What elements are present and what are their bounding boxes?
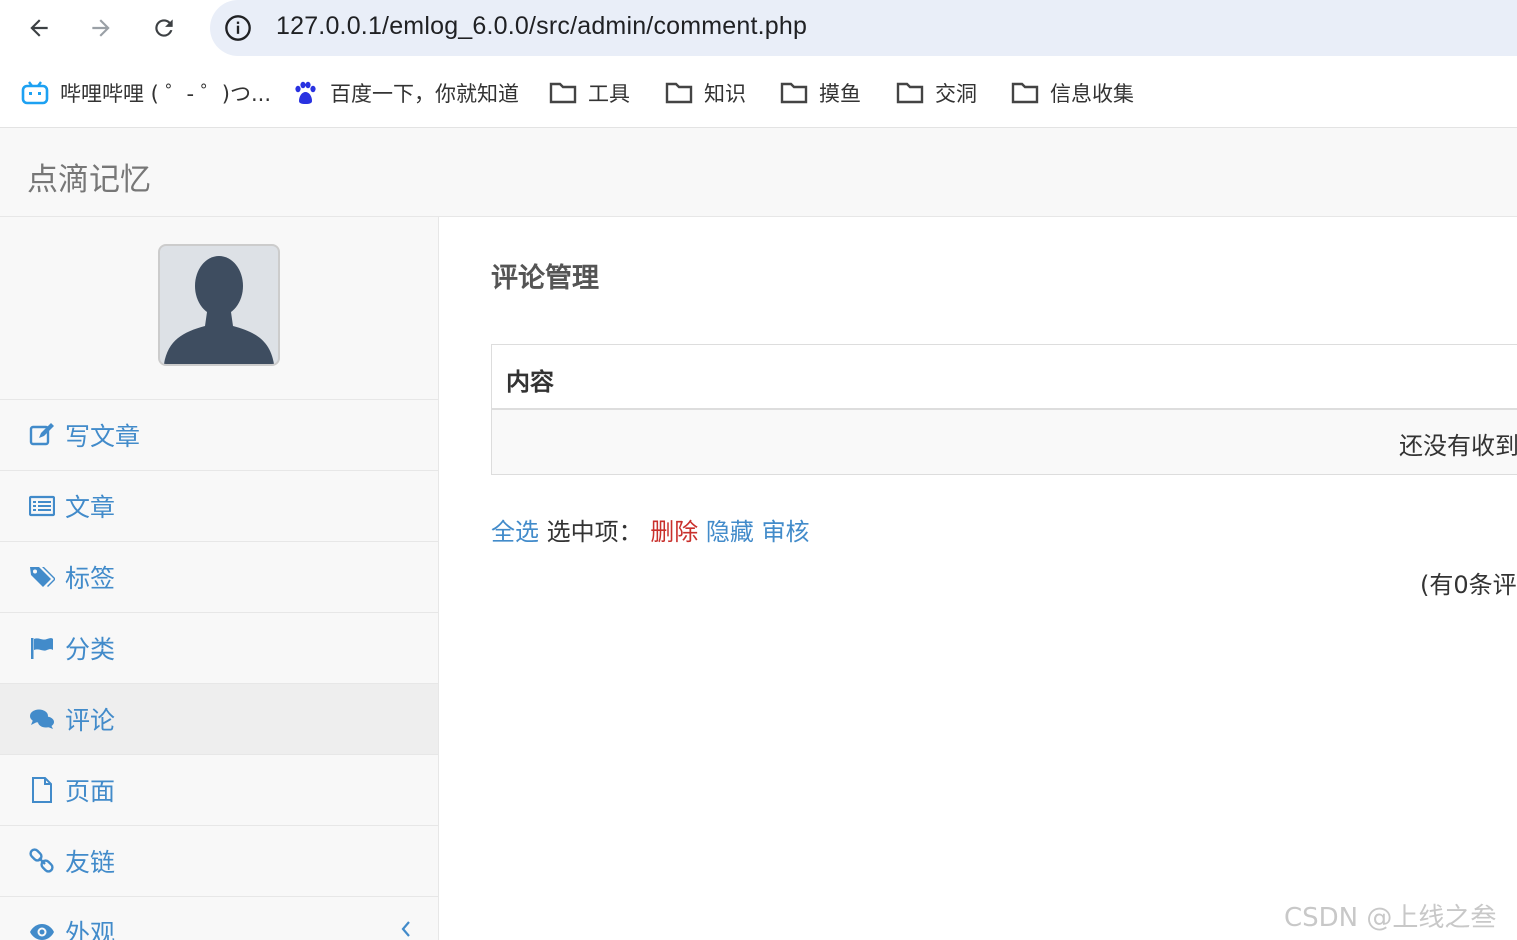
browser-toolbar: 127.0.0.1/emlog_6.0.0/src/admin/comment.… bbox=[0, 0, 1517, 56]
user-silhouette-icon bbox=[164, 256, 274, 364]
back-button[interactable] bbox=[19, 8, 59, 48]
selected-label: 选中项： bbox=[546, 518, 643, 546]
bookmark-baidu[interactable]: 百度一下，你就知道 bbox=[290, 78, 519, 108]
empty-message: 还没有收到 bbox=[1399, 432, 1517, 460]
bookmark-label: 工具 bbox=[588, 82, 630, 106]
forward-button[interactable] bbox=[81, 8, 121, 48]
bookmark-label: 知识 bbox=[704, 82, 746, 106]
sidebar-item-appearance[interactable]: 外观 bbox=[0, 897, 438, 940]
reload-icon bbox=[155, 19, 173, 37]
bookmark-label: 摸鱼 bbox=[819, 82, 861, 106]
sidebar-item-label: 标签 bbox=[65, 564, 116, 593]
comments-icon bbox=[29, 706, 55, 732]
info-icon[interactable] bbox=[224, 14, 252, 42]
folder-icon bbox=[779, 79, 809, 107]
comments-table: 内容 还没有收到 bbox=[491, 344, 1517, 475]
sidebar-item-label: 友链 bbox=[65, 848, 116, 877]
url-text[interactable]: 127.0.0.1/emlog_6.0.0/src/admin/comment.… bbox=[276, 12, 807, 41]
eye-icon bbox=[29, 919, 55, 940]
tags-icon bbox=[29, 564, 55, 590]
flag-icon bbox=[29, 635, 55, 661]
address-bar[interactable]: 127.0.0.1/emlog_6.0.0/src/admin/comment.… bbox=[210, 0, 1517, 56]
bookmark-folder-holes[interactable]: 交洞 bbox=[895, 78, 977, 108]
folder-icon bbox=[1010, 79, 1040, 107]
approve-link[interactable]: 审核 bbox=[762, 518, 810, 546]
bookmark-label: 信息收集 bbox=[1050, 82, 1134, 106]
bookmark-label: 百度一下，你就知道 bbox=[330, 82, 519, 106]
comment-count: (有0条评 bbox=[1420, 571, 1517, 599]
bookmark-folder-recon[interactable]: 信息收集 bbox=[1010, 78, 1134, 108]
sidebar-item-label: 分类 bbox=[65, 635, 116, 664]
sidebar-item-label: 外观 bbox=[65, 919, 116, 940]
select-all-link[interactable]: 全选 bbox=[491, 518, 539, 546]
watermark: CSDN @上线之叁 bbox=[1284, 903, 1497, 933]
bulk-actions: 全选 选中项： 删除 隐藏 审核 bbox=[491, 512, 810, 547]
sidebar-item-links[interactable]: 友链 bbox=[0, 826, 438, 897]
folder-icon bbox=[664, 79, 694, 107]
folder-icon bbox=[548, 79, 578, 107]
sidebar-item-label: 写文章 bbox=[65, 422, 141, 451]
baidu-paw-icon bbox=[290, 79, 320, 107]
bookmark-folder-slacking[interactable]: 摸鱼 bbox=[779, 78, 861, 108]
chevron-left-icon[interactable] bbox=[398, 917, 414, 940]
sidebar-item-categories[interactable]: 分类 bbox=[0, 613, 438, 684]
sidebar-menu: 写文章 文章 标签 分类 评论 页面 友链 外观 bbox=[0, 400, 438, 940]
bookmarks-bar: 哔哩哔哩 ( ゜- ゜)つ... 百度一下，你就知道 工具 知识 摸鱼 交洞 信… bbox=[0, 56, 1517, 128]
sidebar-item-tags[interactable]: 标签 bbox=[0, 542, 438, 613]
column-header-content: 内容 bbox=[506, 368, 554, 396]
app-header: 点滴记忆 bbox=[0, 128, 1517, 217]
bookmark-folder-tools[interactable]: 工具 bbox=[548, 78, 630, 108]
sidebar-item-comments[interactable]: 评论 bbox=[0, 684, 438, 755]
page-title: 评论管理 bbox=[491, 263, 599, 294]
avatar[interactable] bbox=[158, 244, 280, 366]
sidebar-item-write[interactable]: 写文章 bbox=[0, 400, 438, 471]
link-icon bbox=[29, 848, 55, 874]
delete-link[interactable]: 删除 bbox=[650, 518, 698, 546]
file-icon bbox=[29, 777, 55, 803]
bookmark-folder-knowledge[interactable]: 知识 bbox=[664, 78, 746, 108]
bookmark-label: 交洞 bbox=[935, 82, 977, 106]
sidebar-item-label: 页面 bbox=[65, 777, 116, 806]
sidebar-item-label: 文章 bbox=[65, 493, 116, 522]
sidebar-item-label: 评论 bbox=[65, 706, 116, 735]
hide-link[interactable]: 隐藏 bbox=[706, 518, 754, 546]
list-icon bbox=[29, 493, 55, 519]
reload-button[interactable] bbox=[144, 8, 184, 48]
arrow-left-icon bbox=[30, 19, 48, 37]
bookmark-bilibili[interactable]: 哔哩哔哩 ( ゜- ゜)つ... bbox=[20, 78, 271, 108]
sidebar-item-articles[interactable]: 文章 bbox=[0, 471, 438, 542]
arrow-right-icon bbox=[92, 19, 110, 37]
edit-icon bbox=[29, 422, 55, 448]
table-header: 内容 bbox=[492, 345, 1517, 410]
bilibili-icon bbox=[20, 79, 50, 107]
avatar-section bbox=[0, 217, 438, 400]
brand-link[interactable]: 点滴记忆 bbox=[27, 154, 151, 199]
sidebar-item-pages[interactable]: 页面 bbox=[0, 755, 438, 826]
sidebar: 写文章 文章 标签 分类 评论 页面 友链 外观 bbox=[0, 217, 439, 940]
bookmark-label: 哔哩哔哩 ( ゜- ゜)つ... bbox=[60, 82, 272, 106]
table-row: 还没有收到 bbox=[492, 410, 1517, 474]
folder-icon bbox=[895, 79, 925, 107]
